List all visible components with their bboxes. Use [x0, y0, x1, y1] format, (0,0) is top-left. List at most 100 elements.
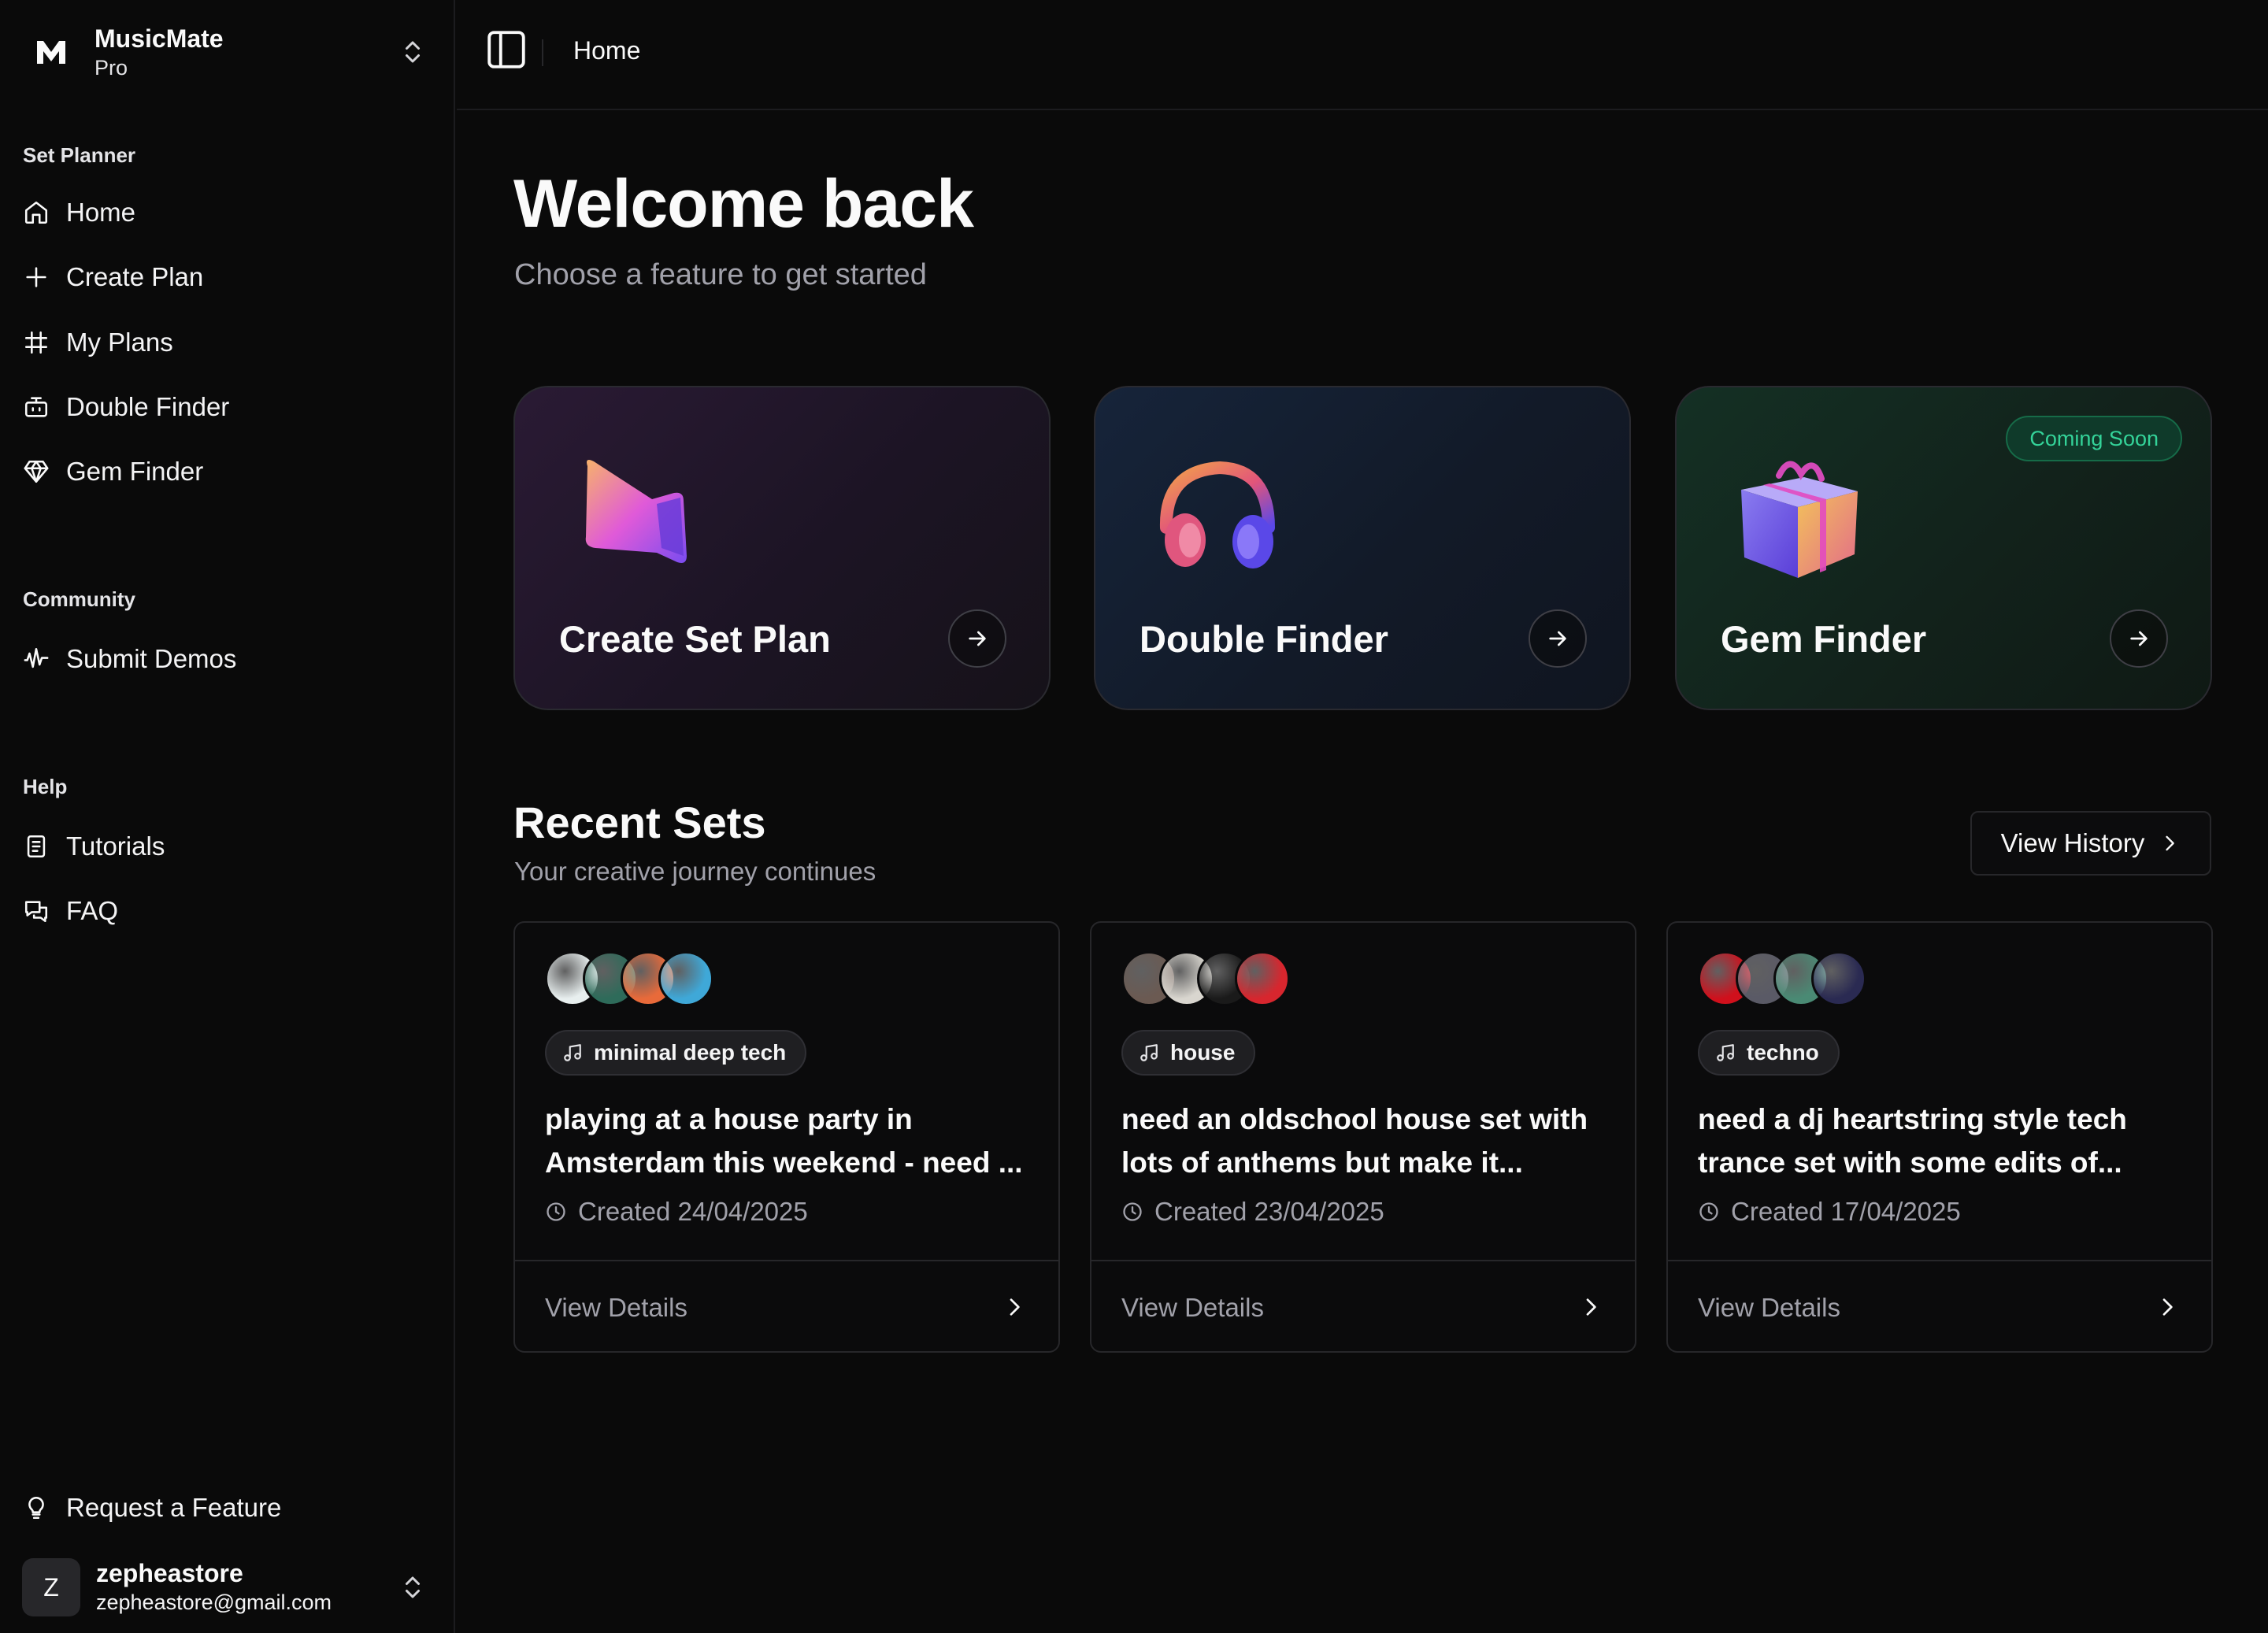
set-card[interactable]: minimal deep tech playing at a house par… — [513, 921, 1060, 1353]
gift-box-illustration — [1741, 461, 1858, 578]
set-title: playing at a house party in Amsterdam th… — [545, 1103, 1023, 1179]
created-date: Created 24/04/2025 — [545, 1197, 808, 1227]
clock-icon — [547, 1202, 565, 1221]
track-covers — [1121, 951, 1290, 1006]
view-details-link[interactable]: View Details — [1668, 1260, 2211, 1353]
sidebar-item-label: Submit Demos — [66, 644, 237, 673]
musicmate-logo — [22, 23, 80, 81]
app-name: MusicMate — [94, 24, 224, 53]
audio-waveform-icon — [22, 645, 50, 673]
album-cover — [1235, 951, 1290, 1006]
feature-title: Gem Finder — [1721, 618, 1927, 660]
sidebar-item-home[interactable]: Home — [22, 185, 433, 240]
sidebar-item-label: Create Plan — [66, 262, 204, 291]
sidebar-item-label: FAQ — [66, 896, 119, 925]
music-note-icon — [1140, 1044, 1158, 1061]
set-card[interactable]: house need an oldschool house set with l… — [1090, 921, 1636, 1353]
sidebar-item-my-plans[interactable]: My Plans — [22, 315, 433, 370]
track-covers — [545, 951, 713, 1006]
view-details-label: View Details — [545, 1293, 687, 1322]
view-details-link[interactable]: View Details — [1091, 1260, 1635, 1353]
view-details-label: View Details — [1698, 1293, 1840, 1322]
feature-card-double-finder[interactable]: Double Finder — [1094, 386, 1631, 710]
arrow-right-icon[interactable] — [2110, 609, 2168, 668]
arrow-right-icon[interactable] — [1529, 609, 1587, 668]
genre-label: minimal deep tech — [594, 1040, 787, 1065]
sidebar-item-faq[interactable]: FAQ — [22, 883, 433, 939]
breadcrumb[interactable]: Home — [573, 36, 640, 65]
home-icon — [22, 198, 50, 227]
chevron-right-icon — [2166, 835, 2175, 851]
sidebar-item-create-plan[interactable]: Create Plan — [22, 250, 433, 305]
clock-icon — [1699, 1202, 1718, 1221]
track-covers — [1698, 951, 1866, 1006]
set-card[interactable]: techno need a dj heartstring style tech … — [1666, 921, 2213, 1353]
clock-icon — [1123, 1202, 1142, 1221]
section-title-recent-sets: Recent Sets — [513, 798, 766, 847]
sidebar-item-label: My Plans — [66, 328, 173, 357]
sidebar-toggle-icon[interactable] — [484, 27, 529, 72]
sidebar-item-label: Double Finder — [66, 392, 230, 421]
view-history-button[interactable]: View History — [1970, 811, 2211, 876]
page-subtitle: Choose a feature to get started — [514, 258, 927, 291]
album-cover — [658, 951, 713, 1006]
feature-title: Double Finder — [1140, 618, 1388, 660]
genre-tag: house — [1121, 1030, 1256, 1076]
music-note-icon — [564, 1044, 581, 1061]
bot-icon — [22, 393, 50, 421]
sidebar-item-gem-finder[interactable]: Gem Finder — [22, 444, 433, 499]
arrow-right-icon[interactable] — [948, 609, 1006, 668]
sidebar-item-tutorials[interactable]: Tutorials — [22, 819, 433, 874]
sidebar-item-label: Tutorials — [66, 831, 165, 861]
chevron-right-icon — [2162, 1298, 2173, 1316]
album-cover — [1811, 951, 1866, 1006]
feature-title: Create Set Plan — [559, 618, 831, 660]
section-label-set-planner: Set Planner — [23, 143, 136, 167]
chevrons-up-down-icon — [406, 1576, 420, 1598]
request-feature-label: Request a Feature — [66, 1493, 282, 1522]
music-note-icon — [1717, 1044, 1734, 1061]
user-name: zepheastore — [96, 1559, 243, 1587]
view-details-label: View Details — [1121, 1293, 1264, 1322]
book-icon — [22, 832, 50, 861]
workspace-switcher[interactable]: MusicMate Pro — [22, 19, 433, 85]
user-menu[interactable]: Z zepheastore zepheastore@gmail.com — [22, 1553, 433, 1622]
play-arrow-illustration — [585, 460, 687, 563]
created-date: Created 17/04/2025 — [1698, 1197, 1961, 1227]
coming-soon-badge: Coming Soon — [2006, 416, 2182, 461]
sidebar: MusicMate Pro Set Planner Home Create Pl… — [0, 0, 455, 1633]
chevrons-up-down-icon — [406, 41, 420, 63]
user-email: zepheastore@gmail.com — [96, 1590, 332, 1614]
view-details-link[interactable]: View Details — [515, 1260, 1058, 1353]
set-title: need an oldschool house set with lots of… — [1121, 1103, 1588, 1179]
request-feature-button[interactable]: Request a Feature — [22, 1480, 433, 1535]
view-history-label: View History — [2000, 828, 2145, 857]
gem-icon — [22, 457, 50, 486]
plan-name: Pro — [94, 56, 128, 80]
section-label-community: Community — [23, 587, 135, 611]
feature-card-create-set-plan[interactable]: Create Set Plan — [513, 386, 1051, 710]
genre-tag: minimal deep tech — [545, 1030, 807, 1076]
genre-tag: techno — [1698, 1030, 1840, 1076]
chevron-right-icon — [1586, 1298, 1596, 1316]
avatar: Z — [22, 1558, 80, 1616]
lightbulb-icon — [22, 1494, 50, 1522]
messages-icon — [22, 897, 50, 925]
headphones-illustration — [1159, 461, 1275, 568]
hash-icon — [22, 328, 50, 357]
sidebar-item-double-finder[interactable]: Double Finder — [22, 380, 433, 435]
section-subtitle: Your creative journey continues — [514, 857, 876, 886]
sidebar-item-label: Home — [66, 198, 136, 227]
page-title: Welcome back — [513, 166, 974, 242]
set-title: need a dj heartstring style tech trance … — [1698, 1103, 2127, 1179]
plus-icon — [22, 263, 50, 291]
created-label: Created 17/04/2025 — [1731, 1197, 1961, 1226]
created-label: Created 23/04/2025 — [1154, 1197, 1384, 1226]
section-label-help: Help — [23, 775, 68, 798]
feature-card-gem-finder[interactable]: Coming Soon Gem Finder — [1675, 386, 2212, 710]
genre-label: house — [1170, 1040, 1236, 1065]
sidebar-item-submit-demos[interactable]: Submit Demos — [22, 631, 433, 687]
created-date: Created 23/04/2025 — [1121, 1197, 1384, 1227]
sidebar-item-label: Gem Finder — [66, 457, 204, 486]
genre-label: techno — [1747, 1040, 1819, 1065]
